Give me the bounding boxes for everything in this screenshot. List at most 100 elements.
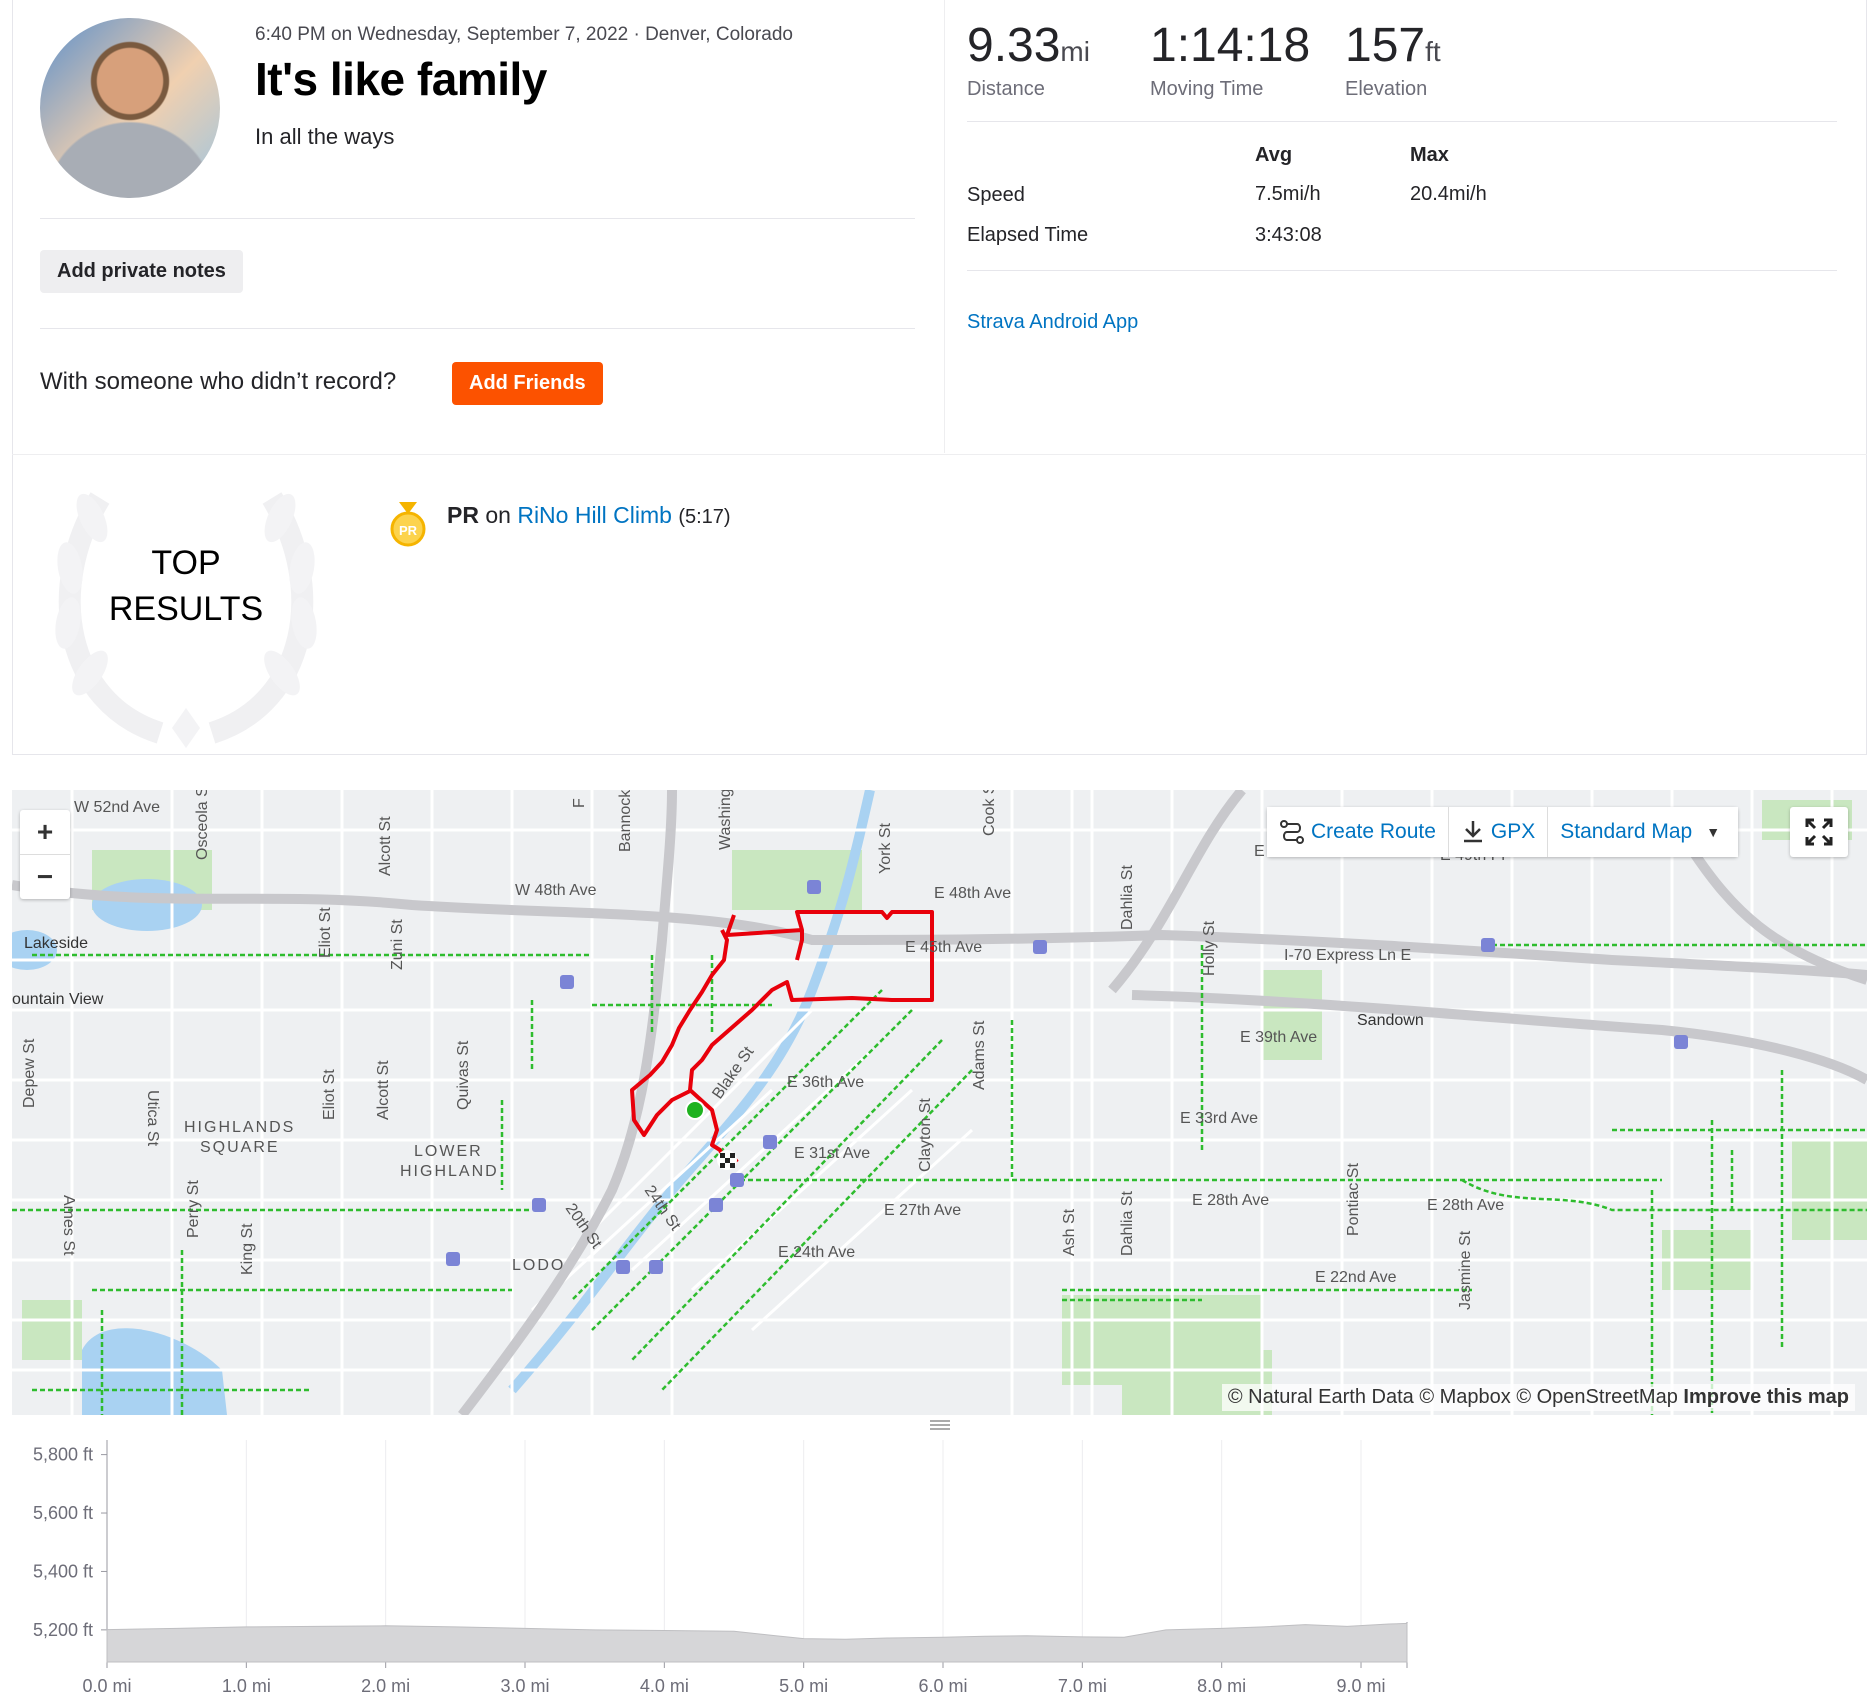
map-label: Pontiac St (1345, 1163, 1362, 1236)
top-results-line2: RESULTS (108, 590, 264, 628)
map-canvas[interactable]: W 52nd Ave W 48th Ave E 48th Ave E 45th … (12, 790, 1867, 1415)
fullscreen-icon (1805, 818, 1833, 846)
segment-time: (5:17) (678, 506, 731, 528)
attribution-text: © Natural Earth Data © Mapbox © OpenStre… (1227, 1386, 1678, 1408)
y-tick-label: 5,400 ft (33, 1561, 93, 1581)
start-marker[interactable] (685, 1100, 705, 1120)
map-attribution: © Natural Earth Data © Mapbox © OpenStre… (1221, 1384, 1855, 1411)
x-tick-label: 8.0 mi (1197, 1676, 1246, 1695)
map-label: E 27th Ave (884, 1202, 961, 1219)
map-label: LODO (512, 1257, 565, 1274)
map-type-select[interactable]: Standard Map ▼ (1548, 807, 1739, 857)
speed-label: Speed (967, 184, 1025, 206)
y-tick-label: 5,200 ft (33, 1620, 93, 1640)
divider (12, 454, 1867, 455)
elevation-unit: ft (1425, 36, 1441, 67)
distance-unit: mi (1060, 36, 1090, 67)
map-label: Ash St (1061, 1208, 1078, 1256)
stat-moving-time: 1:14:18 Moving Time (1150, 22, 1310, 101)
gpx-download-button[interactable]: GPX (1448, 807, 1549, 857)
fullscreen-button[interactable] (1790, 807, 1848, 857)
zoom-in-button[interactable]: + (20, 810, 70, 855)
map-label: ountain View (12, 991, 104, 1008)
map-label: E 45th Ave (905, 939, 982, 956)
col-header-avg: Avg (1255, 144, 1293, 166)
gpx-label: GPX (1490, 820, 1536, 843)
map-label: Holly St (1201, 920, 1218, 976)
map-label: E 24th Ave (778, 1244, 855, 1261)
x-axis: 0.0 mi 1.0 mi 2.0 mi 3.0 mi 4.0 mi 5.0 mi 6.0 … (82, 1676, 1385, 1695)
map-label: King St (239, 1223, 256, 1275)
create-route-button[interactable]: Create Route (1267, 807, 1449, 857)
finish-flag-icon[interactable] (717, 1150, 737, 1170)
activity-map[interactable]: W 52nd Ave W 48th Ave E 48th Ave E 45th … (12, 790, 1867, 1415)
map-label: I-70 Express Ln E (1284, 947, 1411, 964)
map-label: Bannock (617, 790, 634, 852)
chevron-down-icon: ▼ (1706, 824, 1721, 840)
map-label: SQUARE (200, 1139, 280, 1156)
map-label: Ames St (60, 1195, 77, 1256)
map-label: E 31st Ave (794, 1145, 870, 1162)
stat-elevation: 157ft Elevation (1345, 22, 1441, 101)
pr-medal-icon: PR (390, 502, 426, 547)
device-link[interactable]: Strava Android App (967, 311, 1138, 334)
divider (967, 270, 1837, 271)
top-results-line1: TOP (151, 544, 221, 582)
elapsed-time-avg: 3:43:08 (1255, 224, 1322, 246)
map-label: E 28th Ave (1427, 1197, 1504, 1214)
x-tick-label: 7.0 mi (1058, 1676, 1107, 1695)
activity-description: In all the ways (255, 124, 395, 149)
map-label: Quivas St (455, 1040, 472, 1110)
pr-label: PR (447, 502, 479, 528)
y-tick-label: 5,600 ft (33, 1503, 93, 1523)
route-icon (1280, 820, 1304, 844)
map-label: Jasmine St (1457, 1230, 1474, 1310)
map-type-label: Standard Map (1560, 820, 1693, 843)
speed-avg: 7.5mi/h (1255, 183, 1321, 205)
x-tick-label: 6.0 mi (918, 1676, 967, 1695)
map-label: Alcott St (377, 816, 394, 876)
map-label: Lakeside (24, 935, 88, 952)
add-friends-button[interactable]: Add Friends (452, 362, 603, 405)
add-private-notes-button[interactable]: Add private notes (40, 250, 243, 293)
map-label: Dahlia St (1119, 1191, 1136, 1256)
improve-map-link[interactable]: Improve this map (1683, 1386, 1849, 1408)
elevation-chart[interactable]: 5,800 ft 5,600 ft 5,400 ft 5,200 ft 0.0 mi 1… (12, 1420, 1867, 1695)
map-label: Clayton St (917, 1098, 934, 1172)
map-label: HIGHLAND (400, 1163, 499, 1180)
athlete-avatar[interactable] (40, 18, 220, 198)
map-label: Osceola St (194, 790, 211, 860)
segment-link[interactable]: RiNo Hill Climb (517, 502, 672, 528)
map-label: E 36th Ave (787, 1074, 864, 1091)
with-someone-text: With someone who didn’t record? (40, 368, 397, 395)
map-label: Utica St (144, 1090, 161, 1147)
speed-max: 20.4mi/h (1410, 183, 1487, 205)
map-label: E 33rd Ave (1180, 1110, 1258, 1127)
map-label: Perry St (185, 1180, 202, 1238)
activity-title: It's like family (255, 53, 547, 105)
divider (40, 328, 915, 329)
elevation-label: Elevation (1345, 78, 1428, 100)
map-label: E 28th Ave (1192, 1192, 1269, 1209)
map-label: HIGHLANDS (184, 1119, 295, 1136)
divider (967, 121, 1837, 122)
map-label: Washington (717, 790, 734, 850)
x-tick-label: 4.0 mi (640, 1676, 689, 1695)
map-label: Zuni St (389, 919, 406, 970)
pr-medal-text: PR (399, 523, 418, 538)
map-label: Depew St (21, 1038, 38, 1108)
map-label: Dahlia St (1119, 865, 1136, 930)
map-label: F (571, 798, 588, 808)
elevation-value: 157 (1345, 19, 1426, 72)
zoom-control: + − (20, 810, 70, 899)
distance-value: 9.33 (967, 19, 1061, 72)
activity-meta: 6:40 PM on Wednesday, September 7, 2022 … (255, 24, 793, 45)
top-results-heading: TOP RESULTS (70, 540, 302, 632)
map-label: W 48th Ave (515, 882, 597, 899)
elapsed-time-label: Elapsed Time (967, 224, 1089, 246)
col-header-max: Max (1410, 144, 1449, 166)
distance-label: Distance (967, 78, 1045, 100)
zoom-out-button[interactable]: − (20, 855, 70, 899)
map-label: Sandown (1357, 1012, 1424, 1029)
moving-time-label: Moving Time (1150, 78, 1264, 100)
